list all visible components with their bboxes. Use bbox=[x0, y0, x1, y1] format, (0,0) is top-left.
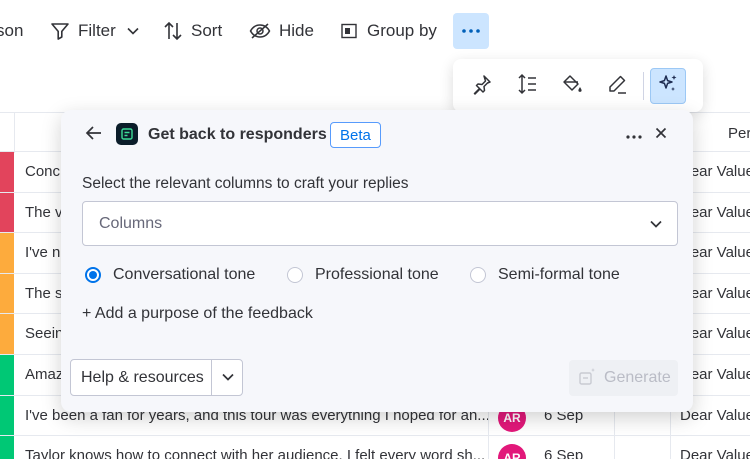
reply-column-header[interactable]: Per bbox=[728, 125, 750, 142]
ellipsis-icon bbox=[461, 28, 481, 34]
tone-label: Professional tone bbox=[315, 266, 439, 283]
filter-icon bbox=[50, 21, 70, 41]
cell-divider bbox=[670, 436, 671, 459]
chevron-down-icon bbox=[649, 217, 663, 236]
radio-selected-icon[interactable] bbox=[85, 267, 101, 283]
cell-divider bbox=[614, 436, 615, 459]
dialog-menu-button[interactable] bbox=[622, 123, 646, 147]
beta-badge: Beta bbox=[330, 122, 381, 148]
paint-button[interactable] bbox=[554, 68, 590, 104]
more-options-button[interactable] bbox=[453, 13, 489, 49]
radio-unselected-icon[interactable] bbox=[287, 267, 303, 283]
pen-icon bbox=[606, 73, 628, 100]
group-color-bar bbox=[0, 152, 14, 192]
action-bar-divider bbox=[643, 72, 644, 100]
pin-icon bbox=[471, 73, 493, 100]
date-cell[interactable]: 6 Sep bbox=[544, 447, 583, 459]
tone-label: Conversational tone bbox=[113, 266, 256, 283]
add-purpose-button[interactable]: + Add a purpose of the feedback bbox=[82, 305, 313, 323]
radio-unselected-icon[interactable] bbox=[470, 267, 486, 283]
help-resources-label: Help & resources bbox=[81, 369, 204, 386]
feedback-cell[interactable]: Conc bbox=[25, 163, 60, 180]
ai-assistant-button[interactable] bbox=[650, 68, 686, 104]
reply-cell[interactable]: Dear Valued Cu bbox=[680, 447, 750, 459]
columns-dropdown[interactable]: Columns bbox=[82, 201, 678, 246]
reply-cell[interactable]: Dear Valued Cu bbox=[680, 407, 750, 424]
person-filter-button[interactable]: son bbox=[0, 13, 23, 49]
tone-radio-conversational[interactable]: Conversational tone bbox=[85, 264, 255, 286]
sparkle-ai-icon bbox=[656, 72, 680, 101]
feedback-cell[interactable]: The v bbox=[25, 204, 63, 221]
magic-wand-icon bbox=[578, 366, 598, 391]
cell-divider bbox=[488, 436, 489, 459]
group-by-icon bbox=[341, 23, 357, 39]
feedback-cell[interactable]: The s bbox=[25, 285, 63, 302]
help-divider bbox=[211, 360, 212, 395]
header-divider bbox=[14, 113, 15, 153]
columns-placeholder: Columns bbox=[99, 215, 163, 232]
close-button[interactable] bbox=[649, 123, 673, 147]
group-color-bar bbox=[0, 233, 14, 273]
pen-button[interactable] bbox=[599, 68, 635, 104]
board-toolbar: son Filter Sort Hide Group by bbox=[0, 0, 750, 62]
tone-radio-semi-formal[interactable]: Semi-formal tone bbox=[470, 264, 620, 286]
person-filter-label: son bbox=[0, 21, 24, 40]
tone-label: Semi-formal tone bbox=[498, 266, 620, 283]
group-color-bar bbox=[0, 314, 14, 354]
group-by-button[interactable]: Group by bbox=[341, 13, 437, 49]
sort-icon bbox=[163, 20, 183, 42]
group-color-bar bbox=[0, 355, 14, 395]
tone-radio-professional[interactable]: Professional tone bbox=[287, 264, 439, 286]
group-color-bar bbox=[0, 273, 14, 314]
sort-label: Sort bbox=[191, 21, 223, 40]
row-height-icon bbox=[516, 73, 538, 100]
filter-button[interactable]: Filter bbox=[50, 13, 140, 49]
generate-button[interactable]: Generate bbox=[569, 360, 678, 396]
back-button[interactable] bbox=[81, 122, 107, 148]
row-height-button[interactable] bbox=[509, 68, 545, 104]
hide-label: Hide bbox=[279, 21, 314, 40]
table-row[interactable]: Taylor knows how to connect with her aud… bbox=[0, 436, 750, 459]
group-color-bar bbox=[0, 436, 14, 459]
eye-slash-icon bbox=[249, 22, 271, 40]
close-icon bbox=[655, 126, 667, 144]
group-by-label: Group by bbox=[367, 21, 437, 40]
ellipsis-icon bbox=[626, 126, 642, 144]
arrow-left-icon bbox=[85, 125, 103, 146]
filter-label: Filter bbox=[78, 21, 116, 40]
feedback-cell[interactable]: I've n bbox=[25, 244, 60, 261]
group-color-bar bbox=[0, 192, 14, 233]
help-resources-button[interactable]: Help & resources bbox=[70, 359, 243, 396]
chevron-down-icon[interactable] bbox=[221, 370, 235, 389]
app-logo-icon bbox=[116, 123, 138, 145]
floating-action-bar bbox=[453, 59, 703, 112]
columns-label: Select the relevant columns to craft you… bbox=[82, 175, 409, 192]
dialog-title: Get back to responders bbox=[148, 126, 327, 143]
feedback-cell[interactable]: Seein bbox=[25, 325, 63, 342]
paint-bucket-icon bbox=[561, 73, 583, 100]
avatar[interactable]: AR bbox=[498, 444, 526, 459]
group-color-bar bbox=[0, 395, 14, 436]
sort-button[interactable]: Sort bbox=[163, 13, 222, 49]
chevron-down-icon[interactable] bbox=[126, 24, 140, 38]
hide-button[interactable]: Hide bbox=[249, 13, 314, 49]
generate-label: Generate bbox=[604, 369, 671, 386]
pin-button[interactable] bbox=[464, 68, 500, 104]
feedback-cell[interactable]: Taylor knows how to connect with her aud… bbox=[25, 447, 485, 459]
feedback-cell[interactable]: Amaz bbox=[25, 366, 63, 383]
get-back-to-responders-dialog: Get back to responders Beta Select the r… bbox=[61, 110, 693, 412]
